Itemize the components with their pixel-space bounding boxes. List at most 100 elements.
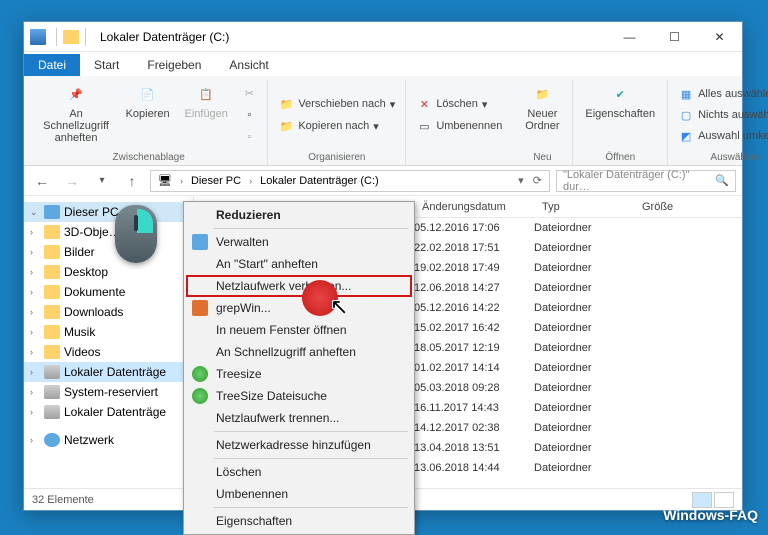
move-to-button[interactable]: 📁Verschieben nach ▾ <box>274 94 399 114</box>
tree-this-pc[interactable]: ⌄Dieser PC <box>24 202 193 222</box>
group-label: Auswählen <box>710 150 759 165</box>
tree-item[interactable]: ›Desktop <box>24 262 193 282</box>
separator <box>56 28 57 46</box>
pin-quickaccess-button[interactable]: 📌An Schnellzugriff anheften <box>36 80 116 150</box>
pin-icon: 📌 <box>64 82 88 106</box>
col-date[interactable]: Änderungsdatum <box>414 201 534 213</box>
ctx-delete[interactable]: Löschen <box>186 461 412 483</box>
tab-share[interactable]: Freigeben <box>133 54 215 76</box>
nav-up-button[interactable]: ↑ <box>120 169 144 193</box>
manage-icon <box>192 234 208 250</box>
ctx-disconnect-drive[interactable]: Netzlaufwerk trennen... <box>186 407 412 429</box>
folder-icon <box>44 345 60 359</box>
breadcrumb[interactable]: 🖥› Dieser PC› Lokaler Datenträger (C:) ▾… <box>150 170 550 192</box>
rename-icon: ▭ <box>416 118 432 134</box>
separator <box>85 28 86 46</box>
path-icon: ▫ <box>241 107 257 123</box>
tree-item[interactable]: ›Videos <box>24 342 193 362</box>
invert-selection-button[interactable]: ◩Auswahl umkehren <box>674 126 768 146</box>
folder-icon <box>44 225 60 239</box>
tree-local-drive[interactable]: ›Lokaler Datenträge <box>24 362 193 382</box>
window-controls: — ☐ ✕ <box>607 22 742 51</box>
new-folder-button[interactable]: 📁Neuer Ordner <box>518 80 566 150</box>
group-label: Zwischenablage <box>113 150 185 165</box>
breadcrumb-drive[interactable]: Lokaler Datenträger (C:) <box>257 175 382 187</box>
ribbon: 📌An Schnellzugriff anheften 📄Kopieren 📋E… <box>24 76 742 166</box>
close-button[interactable]: ✕ <box>697 22 742 51</box>
ctx-pin-quickaccess[interactable]: An Schnellzugriff anheften <box>186 341 412 363</box>
ctx-add-network-address[interactable]: Netzwerkadresse hinzufügen <box>186 434 412 456</box>
mouse-rightclick-badge <box>115 205 157 263</box>
properties-button[interactable]: ✔Eigenschaften <box>579 80 661 150</box>
ctx-treesize[interactable]: Treesize <box>186 363 412 385</box>
tree-item[interactable]: ›Musik <box>24 322 193 342</box>
tree-system-reserved[interactable]: ›System-reserviert <box>24 382 193 402</box>
treesize-icon <box>192 366 208 382</box>
nav-forward-button[interactable]: → <box>60 169 84 193</box>
copy-path-button[interactable]: ▫ <box>237 105 261 125</box>
drive-icon <box>44 365 60 379</box>
view-icons-button[interactable] <box>714 492 734 508</box>
col-size[interactable]: Größe <box>634 201 694 213</box>
navigation-tree[interactable]: ⌄Dieser PC ›3D-Obje… ›Bilder ›Desktop ›D… <box>24 196 194 488</box>
maximize-button[interactable]: ☐ <box>652 22 697 51</box>
tree-local-drive-2[interactable]: ›Lokaler Datenträge <box>24 402 193 422</box>
tree-network[interactable]: ›Netzwerk <box>24 430 193 450</box>
group-label: Neu <box>533 150 551 165</box>
cut-button[interactable]: ✂ <box>237 83 261 103</box>
drive-icon <box>44 385 60 399</box>
copy-to-button[interactable]: 📁Kopieren nach ▾ <box>274 116 399 136</box>
ctx-rename[interactable]: Umbenennen <box>186 483 412 505</box>
context-menu: Reduzieren Verwalten An "Start" anheften… <box>183 201 415 535</box>
folder-icon <box>44 325 60 339</box>
selectnone-icon: ▢ <box>678 107 694 123</box>
tree-item[interactable]: ›Bilder <box>24 242 193 262</box>
ctx-treesize-search[interactable]: TreeSize Dateisuche <box>186 385 412 407</box>
select-none-button[interactable]: ▢Nichts auswählen <box>674 105 768 125</box>
rename-button[interactable]: ▭Umbenennen <box>412 116 506 136</box>
tree-item[interactable]: ›Downloads <box>24 302 193 322</box>
folder-icon <box>44 265 60 279</box>
folder-icon <box>44 285 60 299</box>
separator <box>214 228 408 229</box>
titlebar[interactable]: Lokaler Datenträger (C:) — ☐ ✕ <box>24 22 742 52</box>
ribbon-group-clipboard: 📌An Schnellzugriff anheften 📄Kopieren 📋E… <box>30 80 268 165</box>
select-all-button[interactable]: ▦Alles auswählen <box>674 84 768 104</box>
watermark: Windows-FAQ <box>663 507 758 523</box>
ctx-map-network-drive[interactable]: Netzlaufwerk verbinden... <box>186 275 412 297</box>
ctx-properties[interactable]: Eigenschaften <box>186 510 412 532</box>
ctx-reduce[interactable]: Reduzieren <box>186 204 412 226</box>
group-label: Organisieren <box>308 150 365 165</box>
paste-link-button[interactable]: ▫ <box>237 127 261 147</box>
nav-recent-button[interactable]: ▾ <box>90 169 114 193</box>
search-box[interactable]: "Lokaler Datenträger (C:)" dur…🔍 <box>556 170 736 192</box>
treesize-icon <box>192 388 208 404</box>
tree-item[interactable]: ›Dokumente <box>24 282 193 302</box>
ctx-new-window[interactable]: In neuem Fenster öffnen <box>186 319 412 341</box>
ribbon-group-organize: 📁Verschieben nach ▾ 📁Kopieren nach ▾ Org… <box>268 80 406 165</box>
paste-button[interactable]: 📋Einfügen <box>179 80 233 150</box>
selectall-icon: ▦ <box>678 86 694 102</box>
view-details-button[interactable] <box>692 492 712 508</box>
tab-start[interactable]: Start <box>80 54 133 76</box>
group-label: Öffnen <box>605 150 635 165</box>
nav-back-button[interactable]: ← <box>30 169 54 193</box>
tree-item[interactable]: ›3D-Obje… <box>24 222 193 242</box>
ctx-manage[interactable]: Verwalten <box>186 231 412 253</box>
app-icon <box>30 29 46 45</box>
ribbon-group-select: ▦Alles auswählen ▢Nichts auswählen ◩Ausw… <box>668 80 768 165</box>
new-folder-icon: 📁 <box>530 82 554 106</box>
minimize-button[interactable]: — <box>607 22 652 51</box>
separator <box>214 507 408 508</box>
delete-button[interactable]: ✕Löschen ▾ <box>412 94 506 114</box>
tab-file[interactable]: Datei <box>24 54 80 76</box>
breadcrumb-pc[interactable]: Dieser PC <box>188 175 244 187</box>
tab-view[interactable]: Ansicht <box>215 54 282 76</box>
copy-button[interactable]: 📄Kopieren <box>120 80 175 150</box>
cut-icon: ✂ <box>241 85 257 101</box>
ctx-pin-start[interactable]: An "Start" anheften <box>186 253 412 275</box>
grepwin-icon <box>192 300 208 316</box>
pc-icon: 🖥 <box>155 174 175 187</box>
col-type[interactable]: Typ <box>534 201 634 213</box>
ctx-grepwin[interactable]: grepWin... <box>186 297 412 319</box>
